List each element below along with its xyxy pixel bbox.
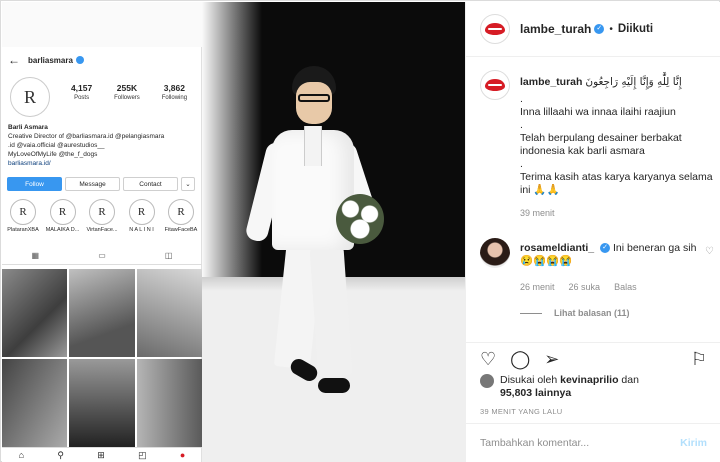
embedded-bottom-nav: ⌂ ⚲ ⊞ ◰ ● [2, 447, 202, 462]
profile-icon: ● [179, 450, 186, 460]
embedded-more-button: ⌄ [181, 177, 195, 191]
like-heart-icon[interactable]: ♡ [480, 349, 496, 370]
grid-icon: ▦ [31, 251, 40, 260]
embedded-tabs: ▦ ▭ ◫ [2, 247, 202, 265]
comment-body: rosameldianti_ ✓ Ini beneran ga sih 😢😭😭😭 [520, 242, 700, 268]
author-avatar[interactable] [480, 14, 510, 44]
verified-icon: ✓ [600, 243, 611, 254]
comment-likes[interactable]: 26 suka [569, 282, 601, 292]
add-icon: ⊞ [97, 449, 105, 460]
separator-dot: • [609, 23, 613, 35]
post-modal: ← barliasmara R 4,157 Posts 255K Followers… [0, 0, 720, 462]
embedded-username: barliasmara [28, 55, 73, 65]
caption-arabic: إِنَّا لِلَّٰهِ وَإِنَّا إِلَيْهِ رَاجِع… [585, 76, 682, 88]
embedded-bio: Barli Asmara Creative Director of @barli… [8, 124, 165, 167]
posted-time[interactable]: 39 MENIT YANG LALU [480, 407, 563, 416]
embedded-header: ← barliasmara [2, 47, 202, 73]
bookmark-icon[interactable]: ⚐ [691, 349, 707, 370]
liker-username[interactable]: kevinaprilio [560, 374, 618, 386]
post-side-panel: lambe_turah ✓ • Diikuti lambe_turah إِنَ… [465, 2, 720, 462]
caption-line: Terima kasih atas karya karyanya selama … [520, 171, 713, 196]
home-icon: ⌂ [18, 450, 25, 460]
comment-time: 26 menit [520, 282, 555, 292]
model-figure [244, 62, 384, 402]
grid-photo [69, 359, 135, 447]
embedded-contact-button: Contact [123, 177, 178, 191]
igtv-icon: ▭ [98, 251, 106, 260]
caption-body: lambe_turah إِنَّا لِلَّٰهِ وَإِنَّا إِل… [520, 76, 715, 220]
caption-time: 39 menit [520, 208, 555, 218]
embedded-highlights: R PlataranXBA R MALAIKA D... R VirtanFace..… [4, 199, 200, 233]
embedded-stats: 4,157 Posts 255K Followers 3,862 Following [60, 83, 198, 101]
stat-followers: 255K Followers [114, 83, 140, 101]
caption-username[interactable]: lambe_turah [520, 76, 582, 88]
following-button[interactable]: Diikuti [618, 23, 653, 35]
highlight: RN A L I N I [123, 199, 161, 233]
post-image[interactable]: ← barliasmara R 4,157 Posts 255K Followers… [2, 2, 465, 462]
shop-icon: ◰ [138, 449, 147, 460]
lips-logo-icon [485, 79, 505, 91]
highlight: R MALAIKA D... [44, 199, 82, 233]
caption-line: . [520, 158, 523, 170]
likes-summary: Disukai oleh kevinaprilio dan 95,803 lai… [480, 374, 715, 400]
embedded-avatar: R [10, 77, 50, 117]
highlight: R FitawFaceBA [162, 199, 200, 233]
stat-posts: 4,157 Posts [70, 83, 93, 101]
comment-bubble-icon[interactable]: ◯ [510, 349, 530, 370]
caption-line: Inna lillaahi wa innaa ilaihi raajiun [520, 106, 676, 118]
tagged-icon: ◫ [164, 251, 173, 260]
caption-line: . [520, 119, 523, 131]
embedded-message-button: Message [65, 177, 120, 191]
highlight: R VirtanFace... [83, 199, 121, 233]
grid-photo [2, 359, 68, 447]
likes-count[interactable]: 95,803 lainnya [500, 387, 571, 399]
verified-icon: ✓ [594, 24, 605, 34]
embedded-actions: Follow Message Contact ⌄ [7, 177, 197, 191]
comments-area[interactable]: lambe_turah إِنَّا لِلَّٰهِ وَإِنَّا إِل… [466, 58, 720, 342]
send-comment-button[interactable]: Kirim [680, 437, 707, 449]
embedded-photo-grid [2, 269, 202, 447]
comment-meta: 26 menit 26 suka Balas [520, 282, 637, 292]
commenter-avatar[interactable] [480, 238, 510, 268]
lips-logo-icon [485, 23, 505, 35]
caption-line: Telah berpulang desainer berbakat indone… [520, 132, 682, 157]
embedded-profile-screenshot: ← barliasmara R 4,157 Posts 255K Followers… [2, 47, 202, 462]
author-username[interactable]: lambe_turah [520, 22, 591, 36]
caption-line: . [520, 93, 523, 105]
grid-photo [2, 269, 68, 357]
liker-avatar[interactable] [480, 374, 494, 388]
embedded-follow-button: Follow [7, 177, 62, 191]
back-arrow-icon: ← [8, 53, 20, 67]
comment-like-heart-icon[interactable]: ♡ [705, 246, 714, 257]
post-header: lambe_turah ✓ • Diikuti [466, 2, 720, 57]
highlight: R PlataranXBA [4, 199, 42, 233]
grid-photo [69, 269, 135, 357]
reply-button[interactable]: Balas [614, 282, 637, 292]
verified-icon [75, 56, 84, 64]
search-icon: ⚲ [57, 449, 64, 460]
grid-photo [136, 269, 202, 357]
caption-avatar[interactable] [480, 70, 510, 100]
runway-photo [202, 2, 465, 462]
comment-input[interactable] [480, 437, 681, 449]
grid-photo [136, 359, 202, 447]
post-actions: ♡ ◯ ➢ ⚐ [466, 342, 720, 376]
share-send-icon[interactable]: ➢ [544, 349, 559, 370]
add-comment-bar: Kirim [466, 423, 720, 462]
commenter-username[interactable]: rosameldianti_ [520, 242, 594, 254]
view-replies-button[interactable]: Lihat balasan (11) [520, 308, 630, 318]
stat-following: 3,862 Following [161, 83, 188, 101]
bouquet [336, 194, 384, 244]
